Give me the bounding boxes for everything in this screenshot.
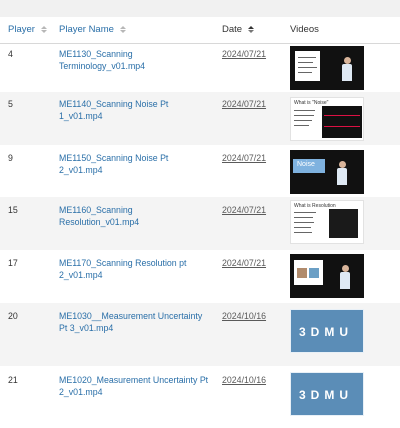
video-thumbnail[interactable]: Noise <box>290 150 364 194</box>
logo-text: 3DMU <box>299 388 354 402</box>
sort-icon[interactable] <box>119 25 126 33</box>
player-number: 17 <box>8 258 18 268</box>
video-thumbnail[interactable]: What is "Noise" <box>290 97 364 141</box>
video-thumbnail[interactable] <box>290 254 364 298</box>
sort-ascending-icon[interactable] <box>247 25 254 33</box>
video-date: 2024/07/21 <box>222 205 267 215</box>
video-name-link[interactable]: ME1020_Measurement Uncertainty Pt 2_v01.… <box>59 374 209 398</box>
presenter-figure <box>342 57 352 81</box>
video-thumbnail[interactable] <box>290 46 364 90</box>
noise-plot <box>322 106 362 138</box>
column-header-videos-label: Videos <box>290 24 319 35</box>
video-name-link[interactable]: ME1030__Measurement Uncertainty Pt 3_v01… <box>59 310 209 334</box>
table-row: 4 ME1130_Scanning Terminology_v01.mp4 20… <box>0 44 400 92</box>
column-header-videos: Videos <box>290 24 319 35</box>
video-date: 2024/07/21 <box>222 258 267 268</box>
slide-panel <box>295 51 320 81</box>
video-name-link[interactable]: ME1150_Scanning Noise Pt 2_v01.mp4 <box>59 152 209 176</box>
logo-text: 3DMU <box>299 325 354 339</box>
video-name-link[interactable]: ME1140_Scanning Noise Pt 1_v01.mp4 <box>59 98 209 122</box>
table-row: 9 ME1150_Scanning Noise Pt 2_v01.mp4 202… <box>0 145 400 197</box>
player-number: 15 <box>8 205 18 215</box>
video-date: 2024/07/21 <box>222 153 267 163</box>
table-header: Player Player Name Date Videos <box>0 17 400 44</box>
presenter-figure <box>337 161 347 185</box>
resolution-grid <box>329 209 358 238</box>
player-number: 5 <box>8 99 13 109</box>
video-name-link[interactable]: ME1130_Scanning Terminology_v01.mp4 <box>59 48 209 72</box>
slide-panel <box>294 260 323 285</box>
video-table-view: Player Player Name Date Videos 4 ME1130_… <box>0 0 400 428</box>
player-number: 21 <box>8 375 18 385</box>
video-date: 2024/07/21 <box>222 99 267 109</box>
logo-icon: 3DMU <box>290 372 364 416</box>
sort-icon[interactable] <box>40 25 47 33</box>
player-number: 9 <box>8 153 13 163</box>
video-name-link[interactable]: ME1160_Scanning Resolution_v01.mp4 <box>59 204 209 228</box>
column-header-player[interactable]: Player <box>8 24 47 35</box>
table-row: 21 ME1020_Measurement Uncertainty Pt 2_v… <box>0 366 400 428</box>
column-header-player-name[interactable]: Player Name <box>59 24 126 35</box>
video-date: 2024/10/16 <box>222 375 267 385</box>
table-row: 5 ME1140_Scanning Noise Pt 1_v01.mp4 202… <box>0 92 400 145</box>
column-header-date-label[interactable]: Date <box>222 24 242 35</box>
player-number: 4 <box>8 49 13 59</box>
logo-icon: 3DMU <box>290 309 364 353</box>
table-row: 17 ME1170_Scanning Resolution pt 2_v01.m… <box>0 250 400 303</box>
column-header-player-name-label[interactable]: Player Name <box>59 24 114 35</box>
top-toolbar-strip <box>0 0 400 17</box>
column-header-player-label[interactable]: Player <box>8 24 35 35</box>
player-number: 20 <box>8 311 18 321</box>
video-thumbnail[interactable]: What is Resolution <box>290 200 364 244</box>
presenter-figure <box>340 265 350 289</box>
video-thumbnail[interactable]: 3DMU <box>290 309 364 353</box>
slide-title: Noise <box>297 161 315 168</box>
table-row: 15 ME1160_Scanning Resolution_v01.mp4 20… <box>0 197 400 250</box>
video-date: 2024/07/21 <box>222 49 267 59</box>
table-row: 20 ME1030__Measurement Uncertainty Pt 3_… <box>0 303 400 366</box>
video-thumbnail[interactable]: 3DMU <box>290 372 364 416</box>
video-name-link[interactable]: ME1170_Scanning Resolution pt 2_v01.mp4 <box>59 257 209 281</box>
video-date: 2024/10/16 <box>222 311 267 321</box>
column-header-date[interactable]: Date <box>222 24 254 35</box>
